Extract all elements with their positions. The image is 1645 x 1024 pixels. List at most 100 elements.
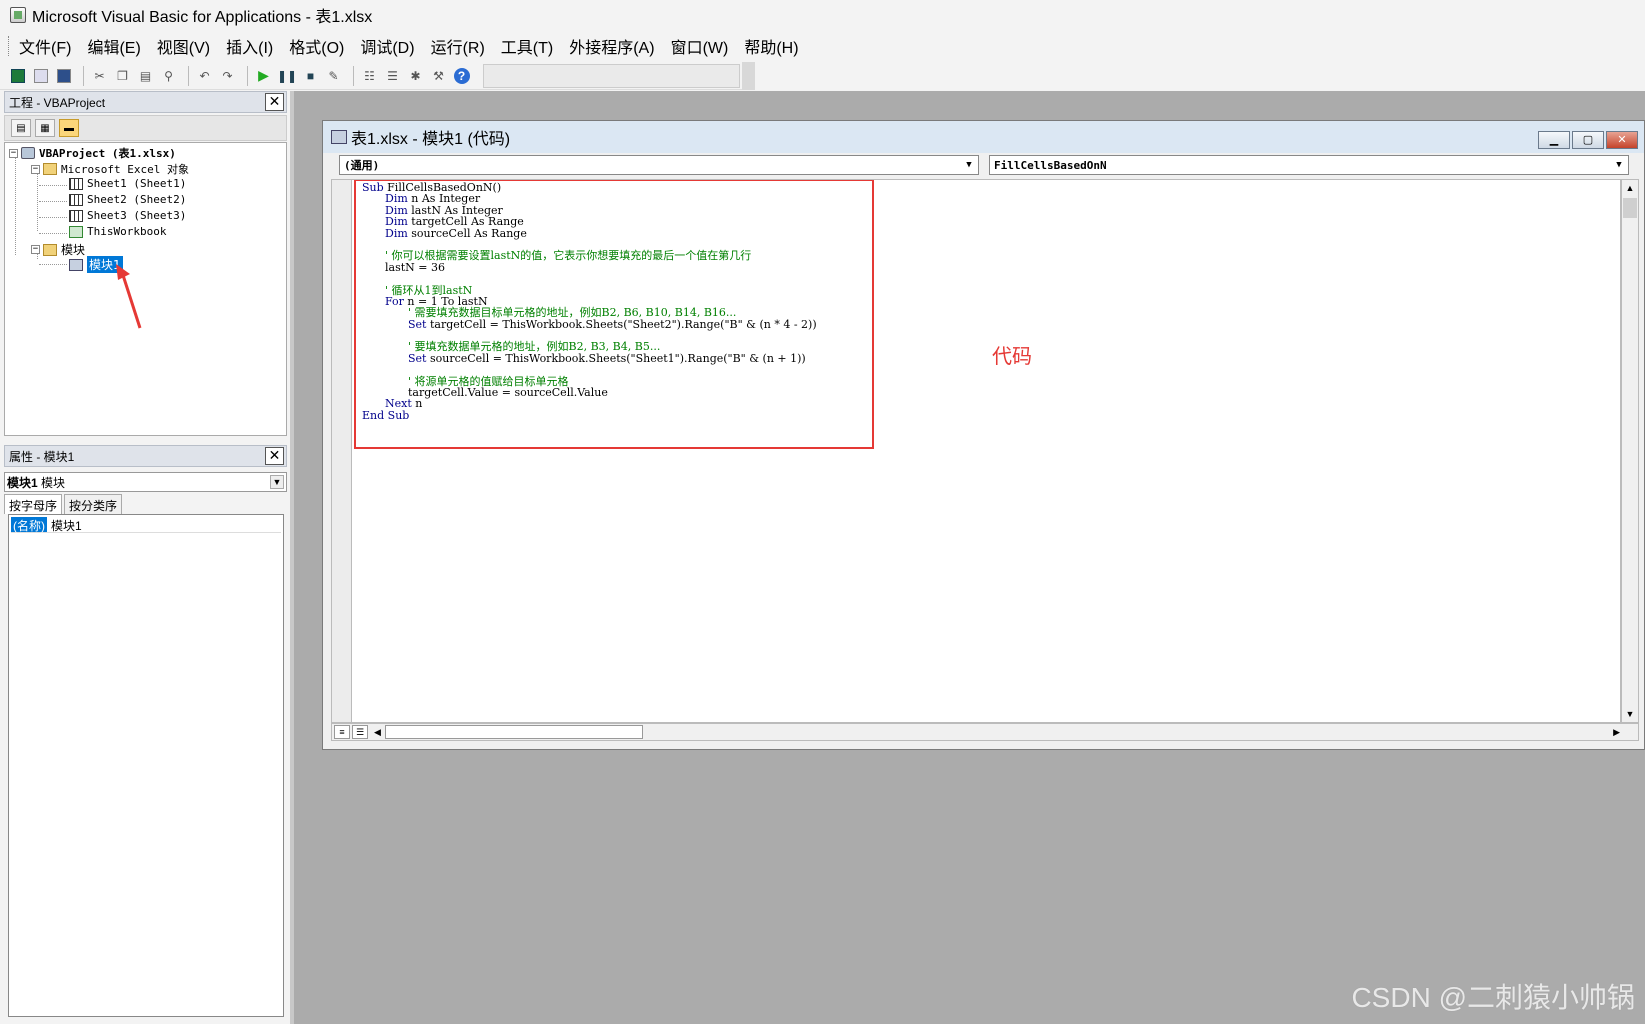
cut-icon[interactable]: ✂ [90,66,109,86]
scroll-thumb[interactable] [384,725,643,739]
collapse-icon[interactable]: − [31,164,40,174]
maximize-button[interactable]: ▢ [1572,131,1604,149]
collapse-icon[interactable]: − [9,148,18,158]
properties-pane-header: 属性 - 模块1 ✕ [4,445,287,467]
code-text-span: targetCell = ThisWorkbook.Sheets("Sheet2… [426,317,817,331]
vertical-scrollbar[interactable]: ▲ ▼ [1621,179,1639,723]
module-icon [331,130,347,144]
property-value[interactable]: 模块1 [47,517,82,533]
minimize-button[interactable]: ▁ [1538,131,1570,149]
code-line[interactable]: Set targetCell = ThisWorkbook.Sheets("Sh… [362,317,817,331]
tree-node-sheet1[interactable]: Sheet1 (Sheet1) [69,177,186,190]
reset-icon[interactable]: ■ [301,66,320,86]
tree-node-project[interactable]: − VBAProject (表1.xlsx) [9,145,176,161]
code-text-span: targetCell.Value = sourceCell.Value [408,386,608,400]
redo-icon[interactable]: ↷ [218,66,237,86]
tree-line [39,217,67,218]
menu-grip[interactable] [8,36,11,56]
menu-view[interactable]: 视图(V) [157,34,210,58]
close-button[interactable]: ✕ [1606,131,1638,149]
code-text[interactable]: Sub FillCellsBasedOnN() Dim n As Integer D… [362,182,817,422]
menu-file[interactable]: 文件(F) [19,34,71,58]
tree-node-sheet3[interactable]: Sheet3 (Sheet3) [69,209,186,222]
tab-alphabetic[interactable]: 按字母序 [4,494,63,514]
design-mode-icon[interactable]: ✎ [324,66,343,86]
view-object-icon[interactable]: ▦ [35,119,55,137]
scroll-up-icon[interactable]: ▲ [1622,180,1638,196]
close-icon[interactable]: ✕ [265,447,284,465]
worksheet-icon [69,193,83,206]
menu-window[interactable]: 窗口(W) [671,34,729,58]
margin-indicator-bar[interactable] [331,179,351,723]
run-icon[interactable]: ▶ [254,66,273,86]
full-module-view-icon[interactable]: ☰ [352,725,368,739]
excel-icon[interactable] [8,66,27,86]
toggle-folders-icon[interactable]: ▬ [59,119,79,137]
procedure-view-icon[interactable]: ≡ [334,725,350,739]
tree-line [39,233,67,234]
menu-addins[interactable]: 外接程序(A) [569,34,654,58]
code-line[interactable]: Set sourceCell = ThisWorkbook.Sheets("Sh… [362,352,817,364]
code-line[interactable]: Dim sourceCell As Range [362,226,817,240]
code-editor[interactable]: Sub FillCellsBasedOnN() Dim n As Integer D… [351,179,1621,723]
collapse-icon[interactable]: − [31,245,40,254]
property-row-name[interactable]: (名称) 模块1 [11,517,281,533]
code-line[interactable]: lastN = 36 [362,261,817,273]
chevron-down-icon[interactable]: ▼ [961,157,977,173]
tree-node-excel-objects[interactable]: − Microsoft Excel 对象 [31,161,189,177]
help-icon[interactable]: ? [452,66,471,86]
break-icon[interactable]: ❚❚ [277,66,297,86]
tree-node-thisworkbook[interactable]: ThisWorkbook [69,225,166,238]
code-line[interactable]: targetCell.Value = sourceCell.Value [362,386,817,400]
properties-object-combo[interactable]: 模块1 模块 ▼ [4,472,287,492]
toolbar-options[interactable] [741,61,756,90]
procedure-combo[interactable]: FillCellsBasedOnN ▼ [989,155,1629,175]
chevron-down-icon[interactable]: ▼ [270,475,284,489]
project-pane-title: 工程 - VBAProject [9,95,106,110]
undo-icon[interactable]: ↶ [195,66,214,86]
window-controls: ▁ ▢ ✕ [1538,131,1638,149]
pane-splitter[interactable] [0,436,290,442]
code-line[interactable]: Next n [362,398,817,410]
chevron-down-icon[interactable]: ▼ [1611,157,1627,173]
project-pane-header: 工程 - VBAProject ✕ [4,91,287,113]
menu-insert[interactable]: 插入(I) [226,34,273,58]
menu-edit[interactable]: 编辑(E) [87,34,140,58]
menu-debug[interactable]: 调试(D) [360,34,414,58]
workbook-icon [69,225,83,238]
standard-toolbar: ✂ ❐ ▤ ⚲ ↶ ↷ ▶ ❚❚ ■ ✎ ☷ ☰ ✱ ⚒ ? [0,61,756,90]
menu-format[interactable]: 格式(O) [289,34,344,58]
tree-line [15,155,16,255]
save-icon[interactable] [54,66,73,86]
toolbox-icon[interactable]: ⚒ [429,66,448,86]
scroll-left-icon[interactable]: ◀ [374,727,381,738]
thisworkbook-label: ThisWorkbook [87,225,167,238]
code-keyword: For [385,294,404,308]
object-browser-icon[interactable]: ✱ [406,66,425,86]
tab-categorized[interactable]: 按分类序 [64,494,123,514]
code-window-titlebar: 表1.xlsx - 模块1 (代码) ▁ ▢ ✕ [323,121,1644,153]
menu-tools[interactable]: 工具(T) [501,34,553,58]
tree-node-sheet2[interactable]: Sheet2 (Sheet2) [69,193,186,206]
copy-icon[interactable]: ❐ [113,66,132,86]
properties-icon[interactable]: ☰ [383,66,402,86]
scroll-thumb[interactable] [1623,198,1637,218]
horizontal-scrollbar[interactable]: ≡ ☰ ◀ ▶ [331,723,1639,741]
code-text-span: sourceCell As Range [407,226,527,240]
paste-icon[interactable]: ▤ [136,66,155,86]
folder-icon [43,243,57,256]
close-icon[interactable]: ✕ [265,93,284,111]
scroll-right-icon[interactable]: ▶ [1613,727,1620,738]
menu-help[interactable]: 帮助(H) [744,34,798,58]
code-line[interactable]: End Sub [362,409,817,421]
object-combo[interactable]: (通用) ▼ [339,155,979,175]
combo-object-name: 模块1 [7,475,38,490]
menu-run[interactable]: 运行(R) [431,34,485,58]
find-icon[interactable]: ⚲ [159,66,178,86]
project-explorer-icon[interactable]: ☷ [360,66,379,86]
project-toolbar: ▤ ▦ ▬ [4,115,287,141]
view-code-icon[interactable]: ▤ [11,119,31,137]
scroll-down-icon[interactable]: ▼ [1622,706,1638,722]
insert-form-icon[interactable] [31,66,50,86]
toolbar-position-field [483,63,740,88]
